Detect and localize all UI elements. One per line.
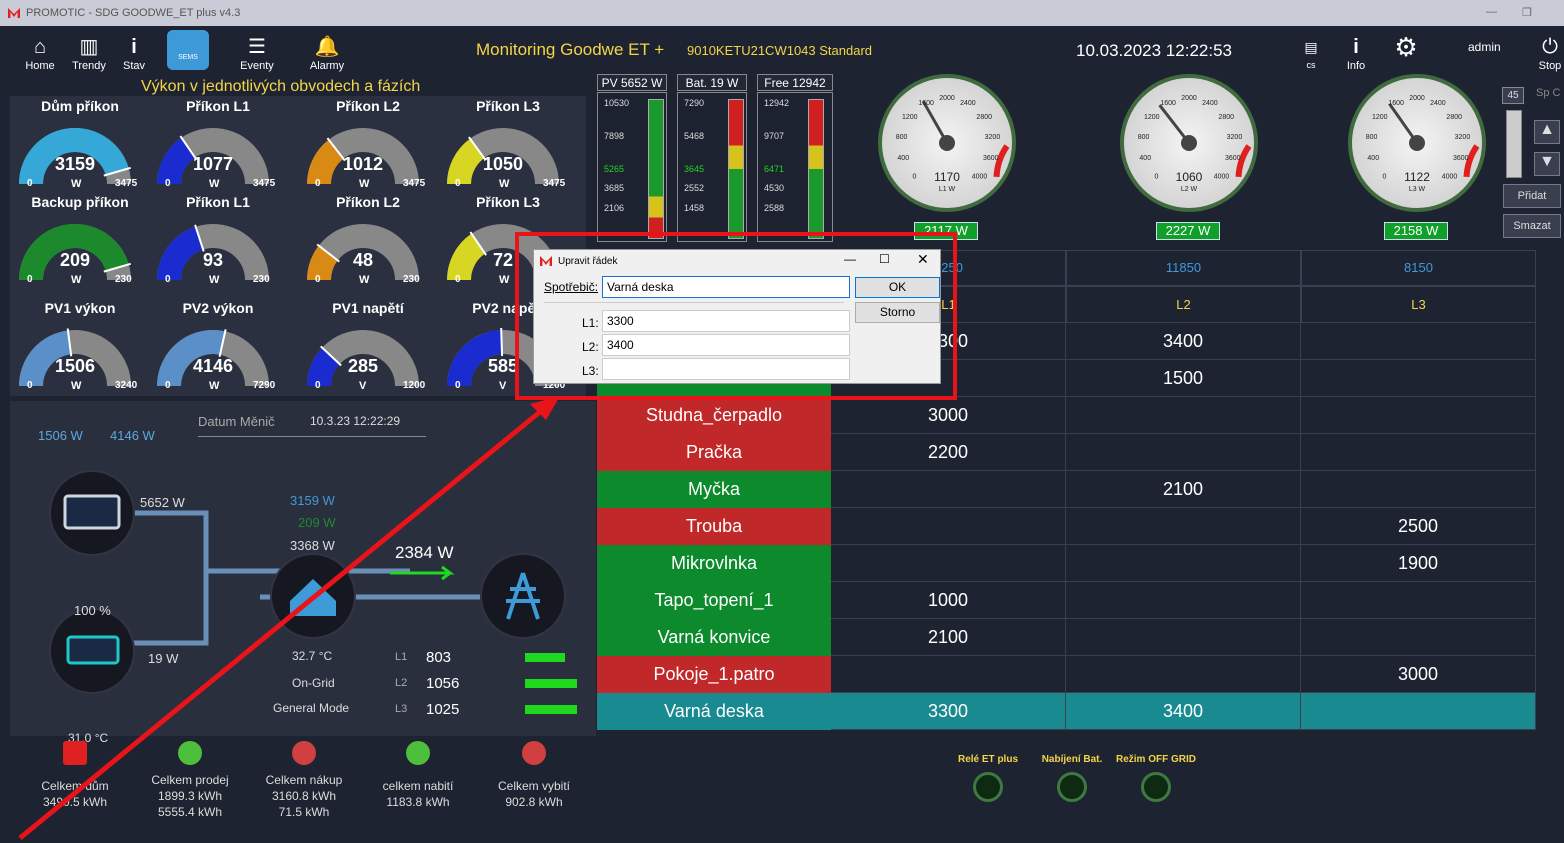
l2-input[interactable] (602, 334, 850, 356)
spotrebic-label: Spotřebič: (544, 280, 599, 294)
dialog-separator (544, 302, 844, 303)
l3-label: L3: (582, 364, 599, 378)
dialog-title: Upravit řádek (558, 256, 618, 267)
storno-button[interactable]: Storno (855, 302, 940, 323)
l1-input[interactable] (602, 310, 850, 332)
l1-label: L1: (582, 316, 599, 330)
ok-button[interactable]: OK (855, 277, 940, 298)
l2-label: L2: (582, 340, 599, 354)
spotrebic-input[interactable] (602, 276, 850, 298)
l3-input[interactable] (602, 358, 850, 380)
annotation-arrow (18, 396, 560, 840)
dialog-close-icon[interactable]: ✕ (917, 251, 929, 268)
dialog-minimize-icon[interactable]: — (844, 252, 856, 266)
edit-row-dialog: Upravit řádek — ☐ ✕ Spotřebič: L1: L2: L… (533, 249, 941, 384)
arrow-line (18, 400, 554, 840)
dialog-maximize-icon[interactable]: ☐ (879, 252, 890, 266)
dialog-logo-icon (540, 256, 552, 266)
